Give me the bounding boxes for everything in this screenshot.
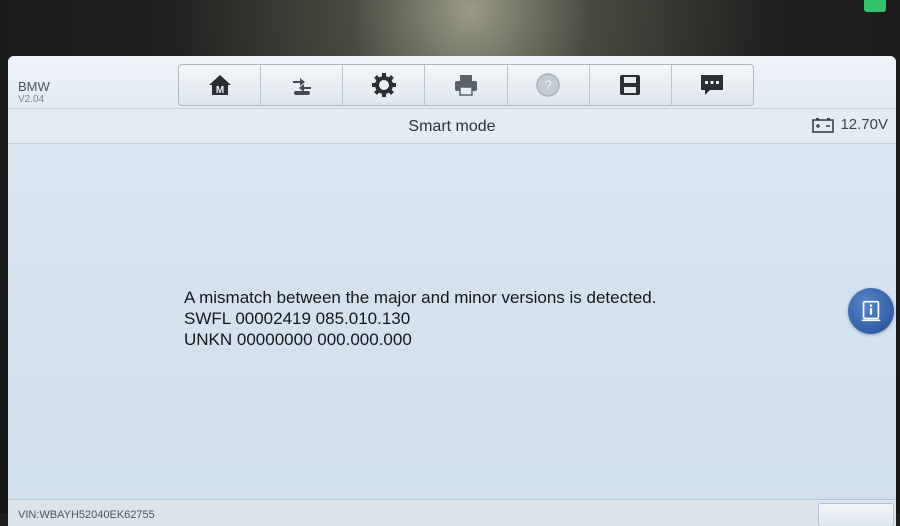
printer-icon	[454, 75, 477, 96]
battery-voltage: 12.70V	[840, 116, 888, 133]
gear-icon	[371, 73, 396, 97]
svg-text:?: ?	[544, 77, 552, 93]
message-line: A mismatch between the major and minor v…	[184, 288, 657, 307]
device-screen: BMW V2.04 M ? Smart mode 12.70V A mismat…	[8, 56, 896, 526]
vehicle-swap-icon	[292, 78, 311, 95]
message-button[interactable]	[672, 65, 753, 105]
page-title: Smart mode	[408, 118, 496, 135]
vin-label: VIN:WBAYH52040EK62755	[18, 509, 155, 521]
message-icon	[701, 75, 724, 95]
vehicle-swap-button[interactable]	[261, 65, 344, 105]
settings-button[interactable]	[343, 65, 426, 105]
info-icon	[861, 300, 881, 322]
message-line: UNKN 00000000 000.000.000	[184, 330, 412, 349]
message-area: A mismatch between the major and minor v…	[184, 287, 656, 350]
message-line: SWFL 00002419 085.010.130	[184, 309, 411, 328]
save-button[interactable]	[590, 65, 672, 105]
help-icon: ?	[536, 73, 560, 97]
title-bar: Smart mode 12.70V	[8, 109, 896, 144]
bottom-action-button[interactable]	[818, 503, 894, 526]
battery-icon	[812, 117, 835, 133]
top-toolbar-area: BMW V2.04 M ?	[8, 56, 896, 109]
toolbar: M ?	[178, 64, 754, 106]
vehicle-info: BMW V2.04	[18, 80, 50, 106]
info-button[interactable]	[848, 288, 894, 334]
print-button[interactable]	[425, 65, 508, 105]
svg-text:M: M	[215, 85, 223, 96]
battery-status: 12.70V	[812, 116, 888, 133]
help-button[interactable]: ?	[508, 65, 590, 105]
home-icon: M	[208, 75, 231, 96]
vehicle-make: BMW	[18, 79, 50, 94]
home-button[interactable]: M	[179, 65, 262, 105]
save-icon	[620, 75, 641, 95]
software-version: V2.04	[18, 94, 45, 105]
status-led	[864, 0, 886, 12]
